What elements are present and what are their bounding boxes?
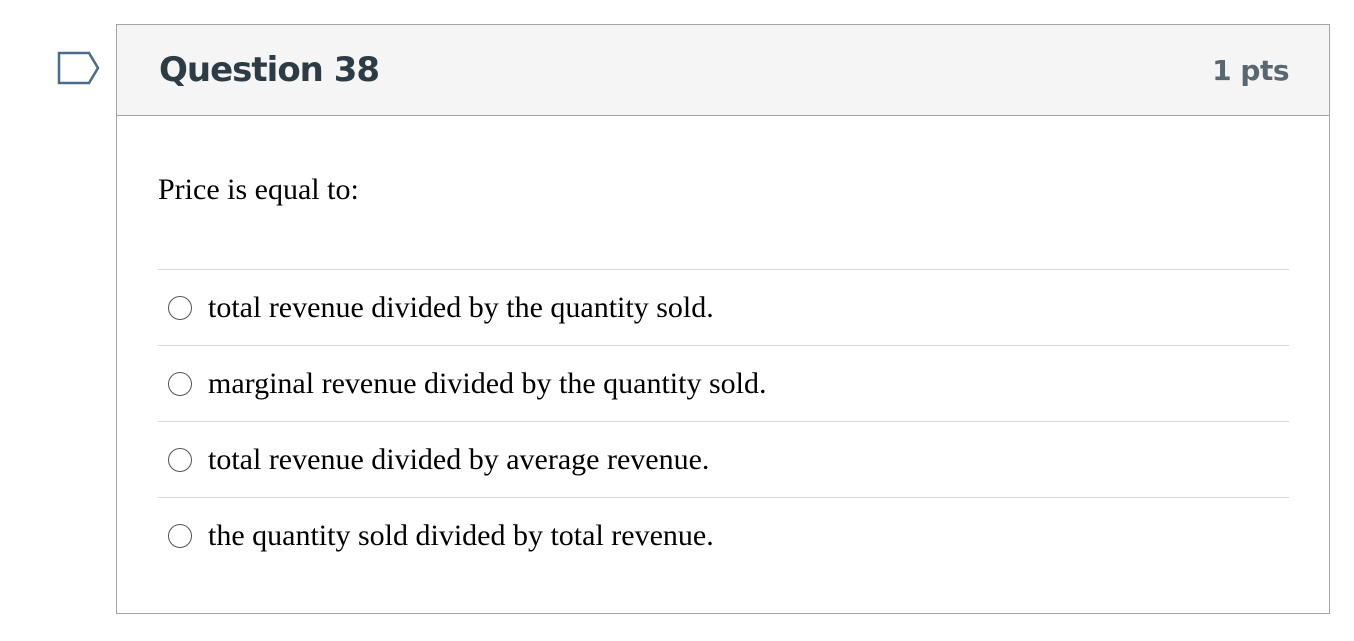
answer-list: total revenue divided by the quantity so… bbox=[158, 269, 1289, 574]
answer-option[interactable]: the quantity sold divided by total reven… bbox=[158, 498, 1289, 574]
question-prompt: Price is equal to: bbox=[158, 173, 359, 206]
answer-option[interactable]: total revenue divided by average revenue… bbox=[158, 422, 1289, 498]
radio-button[interactable] bbox=[168, 295, 192, 320]
answer-label: the quantity sold divided by total reven… bbox=[208, 519, 714, 552]
answer-label: total revenue divided by average revenue… bbox=[208, 442, 710, 476]
question-card: Question 38 1 pts Price is equal to: tot… bbox=[116, 24, 1330, 614]
radio-button[interactable] bbox=[168, 371, 192, 396]
answer-label: total revenue divided by the quantity so… bbox=[208, 290, 714, 324]
flag-outline-icon bbox=[57, 51, 100, 85]
answer-label: marginal revenue divided by the quantity… bbox=[208, 366, 767, 400]
answer-option[interactable]: total revenue divided by the quantity so… bbox=[158, 270, 1289, 346]
question-title: Question 38 bbox=[159, 50, 380, 90]
question-body: Price is equal to: total revenue divided… bbox=[117, 116, 1329, 574]
question-header: Question 38 1 pts bbox=[117, 25, 1329, 116]
radio-button[interactable] bbox=[168, 524, 192, 548]
question-points: 1 pts bbox=[1212, 53, 1289, 87]
flag-question-button[interactable] bbox=[57, 51, 101, 85]
radio-button[interactable] bbox=[168, 447, 192, 472]
answer-option[interactable]: marginal revenue divided by the quantity… bbox=[158, 346, 1289, 422]
